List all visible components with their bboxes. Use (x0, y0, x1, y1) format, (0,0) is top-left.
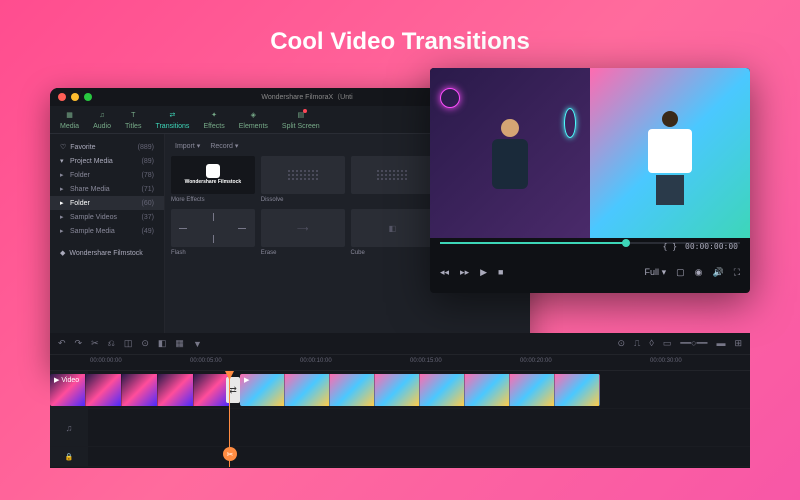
maximize-icon[interactable] (84, 93, 92, 101)
tab-effects[interactable]: ✦Effects (203, 109, 224, 130)
chevron-right-icon: ▸ (60, 213, 66, 221)
next-frame-button[interactable]: ▸▸ (460, 267, 469, 278)
tab-transitions[interactable]: ⇄Transitions (155, 109, 189, 130)
tab-titles[interactable]: TTitles (125, 109, 141, 130)
fit-icon[interactable]: ⊞ (734, 338, 742, 349)
split-icon: ▤ (295, 109, 307, 121)
tab-media[interactable]: ▦Media (60, 109, 79, 130)
track-lock-icon[interactable]: 🔒 (50, 447, 88, 466)
sidebar-item[interactable]: ▸Sample Media(49) (50, 224, 164, 238)
cut-marker-icon[interactable]: ✂ (223, 447, 237, 461)
record-icon[interactable]: ⊙ (618, 338, 626, 349)
timeline-clip-a[interactable]: ▶Video (50, 374, 230, 406)
split-icon[interactable]: ⎌ (108, 338, 115, 349)
fullscreen-icon[interactable]: ⛶ (734, 267, 740, 278)
timeline-ruler[interactable]: 00:00:00:00 00:00:05:00 00:00:10:00 00:0… (50, 355, 750, 371)
transition-card[interactable]: ◧ Cube (351, 209, 435, 256)
sidebar-item[interactable]: ▸Folder(78) (50, 168, 164, 182)
prev-frame-button[interactable]: ◂◂ (440, 267, 449, 278)
transition-card[interactable] (351, 156, 435, 203)
video-track[interactable]: ▦ ▶Video ⇄ ▶ (50, 371, 750, 409)
video-icon: ▶ (244, 376, 249, 384)
crop-icon[interactable]: ◫ (124, 338, 133, 349)
extra-track[interactable]: 🔒 (50, 447, 750, 467)
filmstock-logo-icon (206, 164, 220, 178)
transition-card[interactable]: Flash (171, 209, 255, 256)
delete-icon[interactable]: ✂ (91, 338, 99, 349)
chevron-right-icon: ▸ (60, 171, 66, 179)
zoom-slider[interactable]: ━━○━━ (680, 338, 707, 349)
sidebar-filmstock[interactable]: ◆Wondershare Filmstock (50, 246, 164, 260)
titles-icon: T (127, 109, 139, 121)
video-icon: ▶ (54, 376, 59, 384)
color-icon[interactable]: ◧ (158, 338, 167, 349)
quality-dropdown[interactable]: Full ▾ (645, 267, 667, 278)
minimize-icon[interactable] (71, 93, 79, 101)
record-dropdown[interactable]: Record ▾ (210, 142, 238, 150)
timeline: ↶ ↷ ✂ ⎌ ◫ ⊙ ◧ ▦ ▼ ⊙ ⎍ ◊ ▭ ━━○━━ ▬ ⊞ 00:0… (50, 333, 750, 468)
stop-button[interactable]: ■ (498, 267, 503, 277)
tab-elements[interactable]: ◈Elements (239, 109, 268, 130)
undo-icon[interactable]: ↶ (58, 338, 66, 349)
transition-card-filmstock[interactable]: Wondershare Filmstock More Effects (171, 156, 255, 203)
chevron-right-icon: ▸ (60, 185, 66, 193)
volume-icon[interactable]: 🔊 (712, 267, 723, 278)
brackets: { } (663, 242, 677, 251)
filmstock-icon: ◆ (60, 249, 65, 257)
marker-icon[interactable]: ▼ (193, 339, 202, 349)
chevron-right-icon: ▸ (60, 199, 66, 207)
preview-video[interactable] (430, 68, 750, 238)
timecode: 00:00:00:00 (685, 242, 738, 251)
zoom-out-icon[interactable]: ▭ (663, 338, 672, 349)
zoom-in-icon[interactable]: ▬ (716, 338, 725, 349)
sidebar-item[interactable]: ▸Share Media(71) (50, 182, 164, 196)
mixer-icon[interactable]: ⎍ (634, 338, 640, 349)
snapshot-icon[interactable]: ◉ (695, 267, 703, 278)
sidebar-project-media[interactable]: ▾Project Media(89) (50, 154, 164, 168)
transition-card[interactable]: ⟶ Erase (261, 209, 345, 256)
heart-icon: ♡ (60, 143, 66, 151)
close-icon[interactable] (58, 93, 66, 101)
mic-icon[interactable]: ◊ (649, 338, 653, 349)
timeline-clip-b[interactable]: ▶ (240, 374, 600, 406)
speed-icon[interactable]: ⊙ (141, 338, 149, 349)
audio-track[interactable]: ♫ (50, 409, 750, 447)
media-icon: ▦ (64, 109, 76, 121)
audio-icon: ♫ (96, 109, 108, 121)
chevron-down-icon: ▾ (60, 157, 66, 165)
green-screen-icon[interactable]: ▦ (175, 338, 184, 349)
sidebar-item-selected[interactable]: ▸Folder(60) (50, 196, 164, 210)
transition-card[interactable]: Dissolve (261, 156, 345, 203)
redo-icon[interactable]: ↷ (75, 338, 83, 349)
chevron-right-icon: ▸ (60, 227, 66, 235)
seek-thumb[interactable] (622, 239, 630, 247)
tab-split-screen[interactable]: ▤Split Screen (282, 109, 320, 130)
hero-title: Cool Video Transitions (0, 0, 800, 74)
import-dropdown[interactable]: Import ▾ (175, 142, 200, 150)
transitions-icon: ⇄ (166, 109, 178, 121)
badge-dot (303, 109, 307, 113)
sidebar-favorite[interactable]: ♡Favorite(889) (50, 140, 164, 154)
effects-icon: ✦ (208, 109, 220, 121)
elements-icon: ◈ (247, 109, 259, 121)
play-button[interactable]: ▶ (480, 267, 487, 278)
display-icon[interactable]: ▢ (676, 267, 685, 278)
tab-audio[interactable]: ♫Audio (93, 109, 111, 130)
track-head-audio-icon[interactable]: ♫ (50, 409, 88, 446)
preview-panel: ◂◂ ▸▸ ▶ ■ Full ▾ ▢ ◉ 🔊 ⛶ { } 00:00:00:00 (430, 68, 750, 293)
sidebar-item[interactable]: ▸Sample Videos(37) (50, 210, 164, 224)
